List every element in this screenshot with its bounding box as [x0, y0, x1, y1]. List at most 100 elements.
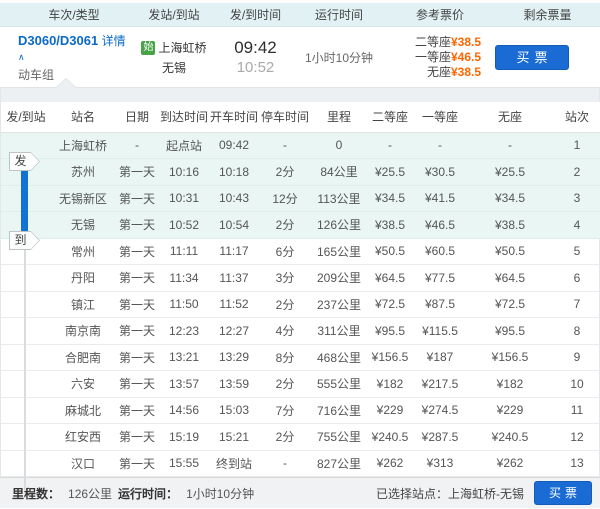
duration-value: 1小时10分钟 [304, 50, 374, 65]
cell: 汉口 [51, 450, 115, 477]
cell: 311公里 [311, 317, 367, 345]
from-station: 上海虹桥 [158, 40, 207, 55]
cell: 11:50 [159, 291, 209, 318]
cell: ¥156.5 [367, 344, 413, 371]
station-row-5[interactable]: 常州 第一天 11:11 11:17 6分 165公里 ¥50.5 ¥60.5 ¥50.5 5 [1, 238, 600, 265]
station-row-3[interactable]: 无锡新区 第一天 10:31 10:43 12分 113公里 ¥34.5 ¥41.5 ¥34.5… [1, 185, 600, 212]
cell: ¥217.5 [413, 370, 467, 398]
cell: 13:29 [209, 344, 259, 371]
station-row-1[interactable]: 上海虹桥 - 起点站 09:42-0- - -1 [1, 132, 600, 159]
cell: - [413, 132, 467, 159]
cell: 84公里 [311, 158, 367, 186]
cell: 9 [553, 344, 600, 371]
cell: 12 [553, 423, 600, 451]
cell: - [367, 132, 413, 159]
stops-column-header-1: 站名 [51, 102, 115, 133]
price-line: 二等座¥38.5 [414, 34, 481, 49]
stations-block: 始上海虹桥 无锡 [130, 39, 218, 76]
cell: 09:42 [209, 132, 259, 159]
cell: 10:54 [209, 211, 259, 239]
cell: 6 [553, 264, 600, 292]
cell: 第一天 [115, 291, 159, 318]
station-row-9[interactable]: 合肥南 第一天 13:21 13:29 8分 468公里 ¥156.5 ¥187 ¥156.5 9 [1, 344, 600, 371]
panel-notch [56, 79, 76, 88]
rail-cell [1, 264, 51, 292]
cell: 丹阳 [51, 264, 115, 292]
footer-buy-button[interactable]: 买票 [534, 481, 592, 505]
stops-column-header-8: 一等座 [413, 102, 467, 133]
cell: 苏州 [51, 158, 115, 186]
station-row-2[interactable]: 苏州 第一天 10:16 10:18 2分 84公里 ¥25.5 ¥30.5 ¥25.5 2 [1, 158, 600, 186]
schedule-panel: 发/到站 站名 日期 到达时间 开车时间 停车时间 里程 二等座 一等座 无座 站次 上海虹桥 - 起点… [0, 79, 600, 490]
station-row-10[interactable]: 六安 第一天 13:57 13:59 2分 555公里 ¥182 ¥217.5 ¥182 10 [1, 370, 600, 398]
cell: 10:31 [159, 185, 209, 212]
rail-cell [1, 185, 51, 212]
cell: 10:18 [209, 158, 259, 186]
cell: 555公里 [311, 370, 367, 398]
stops-table: 发/到站 站名 日期 到达时间 开车时间 停车时间 里程 二等座 一等座 无座 站次 上海虹桥 - 起点… [1, 102, 600, 477]
buy-block: 买票 [495, 44, 600, 70]
col-times: 发/到时间 [229, 8, 282, 22]
station-row-11[interactable]: 麻城北 第一天 14:56 15:03 7分 716公里 ¥229 ¥274.5 ¥229 11 [1, 397, 600, 424]
cell: 209公里 [311, 264, 367, 292]
run-duration-value: 1小时10分钟 [186, 486, 255, 501]
stops-table-header: 发/到站 站名 日期 到达时间 开车时间 停车时间 里程 二等座 一等座 无座 站次 [1, 102, 600, 133]
station-row-6[interactable]: 丹阳 第一天 11:34 11:37 3分 209公里 ¥64.5 ¥77.5 ¥64.5 6 [1, 264, 600, 292]
cell: 3 [553, 185, 600, 212]
cell: ¥72.5 [367, 291, 413, 318]
station-row-7[interactable]: 镇江 第一天 11:50 11:52 2分 237公里 ¥72.5 ¥87.5 ¥72.5 7 [1, 291, 600, 318]
train-number-link[interactable]: D3060/D3061 [18, 33, 98, 48]
station-row-8[interactable]: 南京南 第一天 12:23 12:27 4分 311公里 ¥95.5 ¥115.5 ¥95.5 8 [1, 317, 600, 345]
cell: 15:03 [209, 397, 259, 424]
cell: 第一天 [115, 450, 159, 477]
buy-ticket-button[interactable]: 买票 [495, 44, 569, 70]
cell: ¥240.5 [467, 423, 553, 451]
cell: 11:37 [209, 264, 259, 292]
run-duration-label: 运行时间： [118, 486, 179, 501]
cell: 827公里 [311, 450, 367, 477]
rail-cell [1, 344, 51, 371]
cell: ¥38.5 [467, 211, 553, 239]
selected-stations: 已选择站点：上海虹桥-无锡 [376, 486, 524, 501]
cell: 六安 [51, 370, 115, 398]
cell: 10:52 [159, 211, 209, 239]
rail-cell [1, 132, 51, 159]
chevron-up-icon[interactable]: ∧ [18, 52, 25, 62]
price-line: 无座¥38.5 [426, 64, 481, 79]
station-row-4[interactable]: 无锡 第一天 10:52 10:54 2分 126公里 ¥38.5 ¥46.5 ¥38.5 4 [1, 211, 600, 239]
cell: ¥25.5 [467, 158, 553, 186]
cell: 13:57 [159, 370, 209, 398]
cell: 5 [553, 238, 600, 265]
cell: 第一天 [115, 397, 159, 424]
cell: - [259, 132, 311, 159]
cell: ¥187 [413, 344, 467, 371]
stops-column-header-5: 停车时间 [259, 102, 311, 133]
rail-cell [1, 238, 51, 265]
cell: - [467, 132, 553, 159]
cell: ¥262 [467, 450, 553, 477]
rail-cell [1, 450, 51, 477]
cell: 4 [553, 211, 600, 239]
cell: ¥77.5 [413, 264, 467, 292]
cell: 10 [553, 370, 600, 398]
cell: ¥72.5 [467, 291, 553, 318]
cell: - [259, 450, 311, 477]
details-toggle[interactable]: 详情 [102, 34, 126, 48]
stops-column-header-10: 站次 [553, 102, 600, 133]
cell: ¥274.5 [413, 397, 467, 424]
arrive-time: 10:52 [236, 59, 275, 76]
cell: ¥34.5 [467, 185, 553, 212]
cell: 11:52 [209, 291, 259, 318]
cell: 无锡 [51, 211, 115, 239]
cell: 13:59 [209, 370, 259, 398]
station-row-12[interactable]: 红安西 第一天 15:19 15:21 2分 755公里 ¥240.5 ¥287.5 ¥240.… [1, 423, 600, 451]
station-row-13[interactable]: 汉口 第一天 15:55 终到站 -827公里 ¥262 ¥313 ¥262 13 [1, 450, 600, 477]
col-stations: 发站/到站 [148, 8, 200, 22]
list-header-bar: 车次/类型 发站/到站 发/到时间 运行时间 参考票价 剩余票量 [0, 3, 600, 27]
cell: 755公里 [311, 423, 367, 451]
cell: 第一天 [115, 211, 159, 239]
cell: 2分 [259, 370, 311, 398]
cell: 1 [553, 132, 600, 159]
col-train-type: 车次/类型 [48, 8, 100, 22]
cell: 7 [553, 291, 600, 318]
